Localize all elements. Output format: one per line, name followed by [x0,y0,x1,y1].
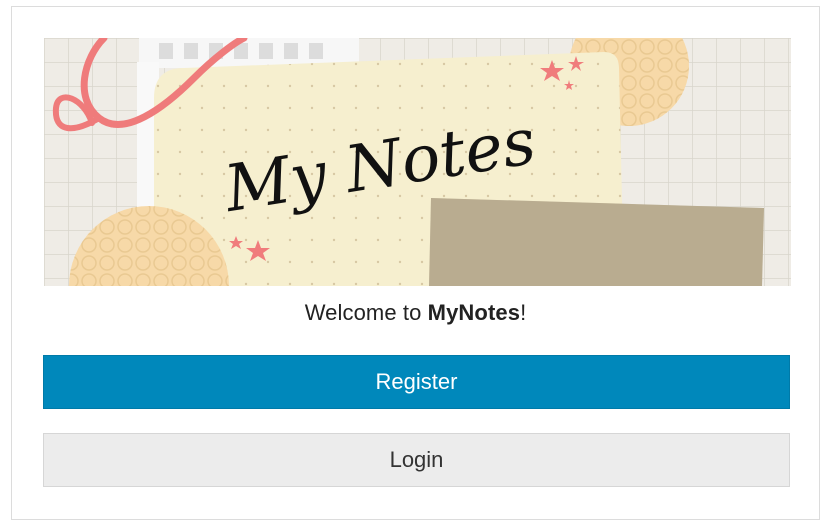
login-button[interactable]: Login [43,433,790,487]
welcome-prefix: Welcome to [304,300,428,325]
welcome-app-name: MyNotes [427,300,521,325]
welcome-card: My Notes Welcome to MyNotes! Register Lo… [11,6,820,520]
welcome-suffix: ! [520,300,527,325]
register-button[interactable]: Register [43,355,790,409]
welcome-message: Welcome to MyNotes! [12,300,819,326]
mynotes-banner-image: My Notes [44,38,791,286]
